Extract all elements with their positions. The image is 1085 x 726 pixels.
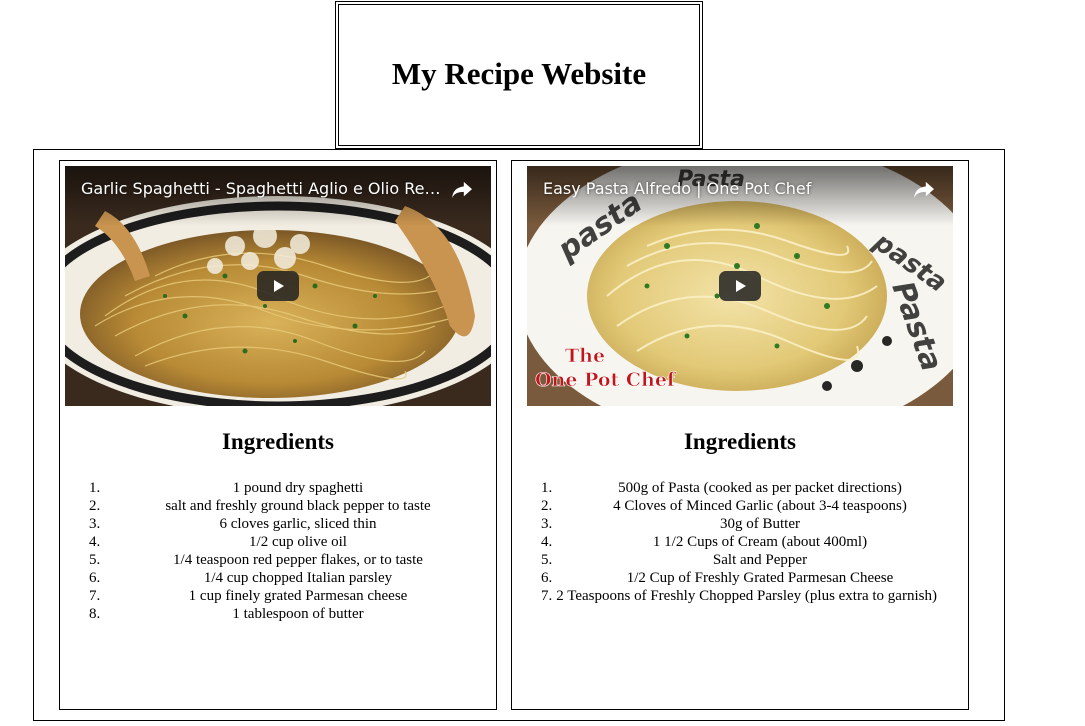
list-item-number: 3. — [541, 516, 553, 532]
list-item-number: 1. — [89, 480, 101, 496]
list-item-number: 2. — [89, 498, 101, 514]
video-title[interactable]: Garlic Spaghetti - Spaghetti Aglio e Oli… — [81, 179, 441, 198]
play-icon[interactable] — [719, 271, 761, 301]
site-header: My Recipe Website — [335, 1, 703, 149]
recipe-card-garlic-spaghetti: Garlic Spaghetti - Spaghetti Aglio e Oli… — [59, 160, 497, 710]
list-item: 8. 1 tablespoon of butter — [60, 605, 496, 623]
list-item-text: 500g of Pasta (cooked as per packet dire… — [618, 480, 902, 496]
list-item: 2. 4 Cloves of Minced Garlic (about 3-4 t… — [512, 497, 968, 515]
list-item-text: 1/4 teaspoon red pepper flakes, or to ta… — [173, 552, 423, 568]
list-item: 3. 30g of Butter — [512, 515, 968, 533]
video-title[interactable]: Easy Pasta Alfredo | One Pot Chef — [543, 179, 903, 198]
list-item-number: 7. — [89, 588, 101, 604]
ingredients-list: 1. 500g of Pasta (cooked as per packet di… — [512, 479, 968, 605]
list-item-text: 1 1/2 Cups of Cream (about 400ml) — [652, 534, 868, 550]
thumbnail-brand-line2: One Pot Chef — [535, 369, 677, 391]
list-item-number: 6. — [89, 570, 101, 586]
list-item: 5. 1/4 teaspoon red pepper flakes, or to … — [60, 551, 496, 569]
list-item-text: Salt and Pepper — [712, 552, 808, 568]
site-title: My Recipe Website — [391, 56, 647, 91]
ingredients-heading: Ingredients — [683, 429, 797, 454]
list-item: 4. 1 1/2 Cups of Cream (about 400ml) — [512, 533, 968, 551]
list-item-number: 8. — [89, 606, 101, 622]
list-item: 7. 2 Teaspoons of Freshly Chopped Parsley… — [512, 587, 968, 605]
video-embed[interactable]: Garlic Spaghetti - Spaghetti Aglio e Oli… — [65, 166, 491, 406]
ingredients-heading: Ingredients — [221, 429, 335, 454]
list-item: 3. 6 cloves garlic, sliced thin — [60, 515, 496, 533]
share-icon[interactable] — [913, 180, 935, 200]
list-item-text: 6 cloves garlic, sliced thin — [219, 516, 377, 532]
list-item-number: 1. — [541, 480, 553, 496]
list-item-text: 1/4 cup chopped Italian parsley — [203, 570, 393, 586]
list-item: 5. Salt and Pepper — [512, 551, 968, 569]
list-item-text: salt and freshly ground black pepper to … — [165, 498, 431, 514]
list-item-text: 1 cup finely grated Parmesan cheese — [188, 588, 408, 604]
list-item: 6. 1/2 Cup of Freshly Grated Parmesan Che… — [512, 569, 968, 587]
list-item-number: 2. — [541, 498, 553, 514]
recipe-card-pasta-alfredo: pasta pasta Pasta Pasta The — [511, 160, 969, 710]
thumbnail-brand-line1: The — [565, 345, 605, 367]
list-item-text: 1 tablespoon of butter — [232, 606, 364, 622]
video-embed[interactable]: pasta pasta Pasta Pasta The — [527, 166, 953, 406]
list-item-text: 1/2 Cup of Freshly Grated Parmesan Chees… — [626, 570, 894, 586]
list-item-number: 4. — [541, 534, 553, 550]
list-item: 7. 1 cup finely grated Parmesan cheese — [60, 587, 496, 605]
list-item: 1. 1 pound dry spaghetti — [60, 479, 496, 497]
site-header-inner-border: My Recipe Website — [338, 4, 700, 146]
list-item-text: 2 Teaspoons of Freshly Chopped Parsley (… — [556, 588, 937, 604]
list-item-text: 4 Cloves of Minced Garlic (about 3-4 tea… — [613, 498, 907, 514]
list-item-number: 7. — [541, 588, 553, 604]
play-icon[interactable] — [257, 271, 299, 301]
list-item-number: 4. — [89, 534, 101, 550]
list-item: 4. 1/2 cup olive oil — [60, 533, 496, 551]
share-icon[interactable] — [451, 180, 473, 200]
list-item: 6. 1/4 cup chopped Italian parsley — [60, 569, 496, 587]
list-item-number: 6. — [541, 570, 553, 586]
list-item: 2. salt and freshly ground black pepper t… — [60, 497, 496, 515]
list-item-number: 5. — [89, 552, 101, 568]
list-item-text: 30g of Butter — [720, 516, 800, 532]
list-item-number: 3. — [89, 516, 101, 532]
ingredients-list: 1. 1 pound dry spaghetti 2. salt and fresh… — [60, 479, 496, 623]
list-item: 1. 500g of Pasta (cooked as per packet di… — [512, 479, 968, 497]
list-item-text: 1 pound dry spaghetti — [232, 480, 364, 496]
list-item-text: 1/2 cup olive oil — [249, 534, 347, 550]
list-item-number: 5. — [541, 552, 553, 568]
